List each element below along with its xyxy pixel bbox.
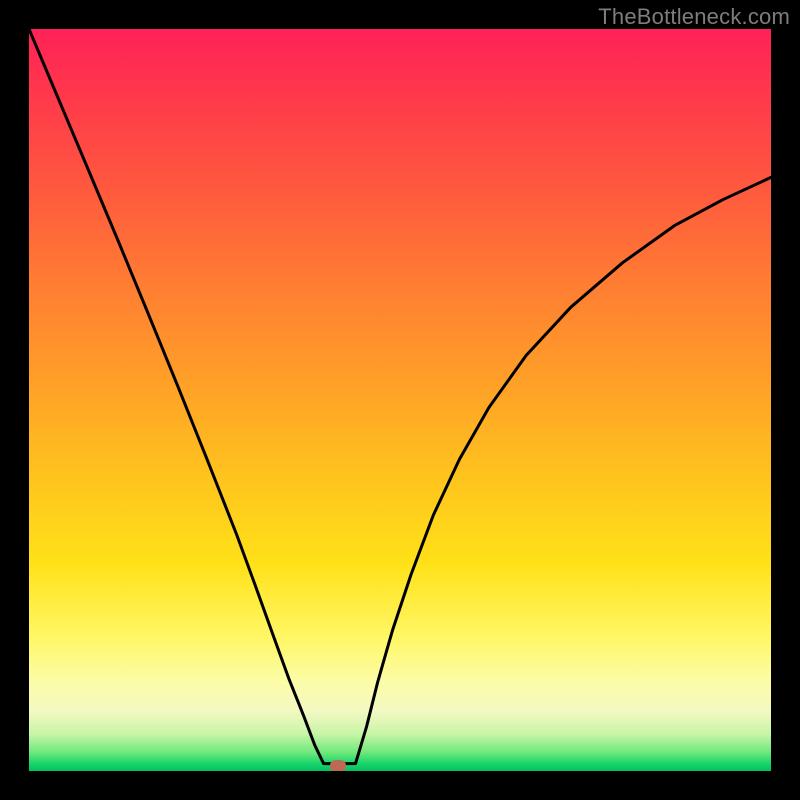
bottleneck-marker (330, 760, 346, 771)
watermark-text: TheBottleneck.com (598, 4, 790, 30)
bottleneck-curve (29, 29, 771, 771)
chart-frame: TheBottleneck.com (0, 0, 800, 800)
plot-area (29, 29, 771, 771)
